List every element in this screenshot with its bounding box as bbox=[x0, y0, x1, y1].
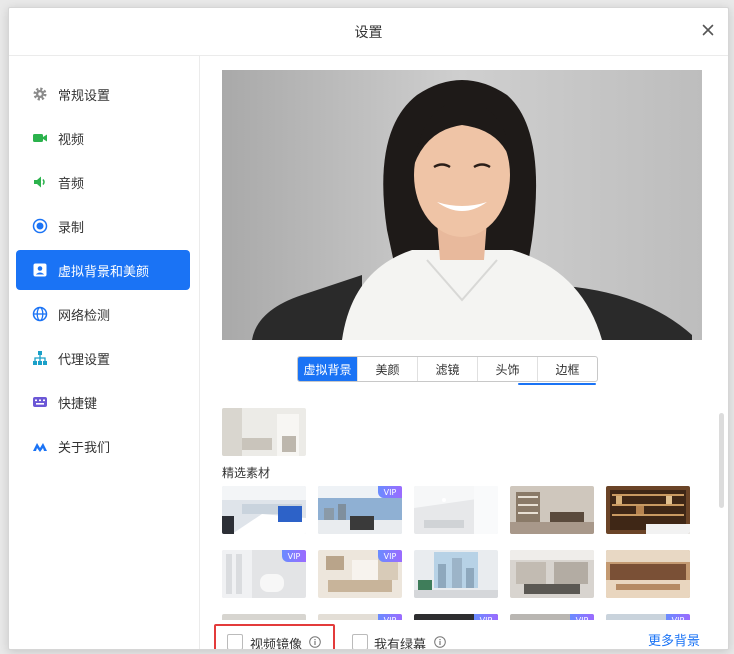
sidebar: 常规设置 视频 音频 录制 虚拟背景和美颜 网络检测 代理设置 快捷键 关于我们 bbox=[9, 56, 200, 649]
green-screen-label[interactable]: 我有绿幕 bbox=[374, 634, 426, 649]
background-thumbnail[interactable]: VIP bbox=[222, 550, 306, 598]
mirror-label[interactable]: 视频镜像 bbox=[250, 634, 302, 649]
speaker-icon bbox=[32, 174, 48, 190]
settings-dialog: 设置 常规设置 视频 音频 录制 虚拟背景和美颜 网络检测 代理设置 快捷键 关… bbox=[8, 7, 729, 650]
effect-tabs: 虚拟背景 美颜 滤镜 头饰 边框 bbox=[297, 356, 598, 382]
sidebar-item-label: 快捷键 bbox=[58, 396, 98, 412]
sidebar-item-label: 关于我们 bbox=[58, 440, 111, 456]
background-thumbnail[interactable] bbox=[222, 486, 306, 534]
background-thumbnail[interactable] bbox=[510, 486, 594, 534]
video-camera-icon bbox=[32, 130, 48, 146]
sidebar-item-network-check[interactable]: 网络检测 bbox=[16, 294, 190, 334]
sidebar-item-audio[interactable]: 音频 bbox=[16, 162, 190, 202]
logo-icon bbox=[32, 438, 48, 454]
tab-frame[interactable]: 边框 bbox=[537, 357, 597, 381]
sidebar-item-label: 录制 bbox=[58, 220, 85, 236]
dialog-title: 设置 bbox=[354, 25, 383, 41]
sidebar-item-shortcuts[interactable]: 快捷键 bbox=[16, 382, 190, 422]
background-thumbnail[interactable] bbox=[510, 550, 594, 598]
background-thumbnail[interactable] bbox=[414, 550, 498, 598]
record-icon bbox=[32, 218, 48, 234]
background-list-scrollbar[interactable] bbox=[719, 413, 724, 508]
close-button[interactable] bbox=[698, 20, 718, 40]
background-thumbnail[interactable]: VIP bbox=[318, 550, 402, 598]
portrait-icon bbox=[32, 262, 48, 278]
sidebar-item-label: 常规设置 bbox=[58, 88, 111, 104]
background-thumbnail[interactable] bbox=[606, 486, 690, 534]
tab-virtual-background[interactable]: 虚拟背景 bbox=[298, 357, 357, 381]
footer-bar: 视频镜像 我有绿幕 更多背景 bbox=[200, 620, 728, 649]
vip-badge: VIP bbox=[378, 550, 402, 562]
tab-filter[interactable]: 滤镜 bbox=[417, 357, 477, 381]
sidebar-item-virtual-background[interactable]: 虚拟背景和美颜 bbox=[16, 250, 190, 290]
main-panel: 虚拟背景 美颜 滤镜 头饰 边框 精选素材 VIP VIP VIP VIP VI… bbox=[200, 56, 728, 649]
tab-headwear[interactable]: 头饰 bbox=[477, 357, 537, 381]
sidebar-item-general[interactable]: 常规设置 bbox=[16, 74, 190, 114]
sidebar-item-record[interactable]: 录制 bbox=[16, 206, 190, 246]
vip-badge: VIP bbox=[378, 486, 402, 498]
tab-scroll-indicator bbox=[518, 383, 596, 385]
background-thumbnail[interactable] bbox=[222, 408, 306, 456]
info-icon[interactable] bbox=[434, 636, 446, 648]
keyboard-icon bbox=[32, 394, 48, 410]
green-screen-checkbox[interactable] bbox=[352, 634, 368, 649]
more-backgrounds-link[interactable]: 更多背景 bbox=[648, 630, 700, 649]
camera-preview bbox=[222, 70, 702, 340]
title-bar: 设置 bbox=[9, 8, 728, 56]
sidebar-item-label: 视频 bbox=[58, 132, 85, 148]
sidebar-item-proxy[interactable]: 代理设置 bbox=[16, 338, 190, 378]
sidebar-item-label: 虚拟背景和美颜 bbox=[58, 264, 150, 280]
sidebar-item-video[interactable]: 视频 bbox=[16, 118, 190, 158]
gear-icon bbox=[32, 86, 48, 102]
mirror-checkbox[interactable] bbox=[227, 634, 243, 649]
tab-beauty[interactable]: 美颜 bbox=[357, 357, 417, 381]
close-icon bbox=[702, 24, 714, 36]
info-icon[interactable] bbox=[309, 636, 321, 648]
sidebar-item-about[interactable]: 关于我们 bbox=[16, 426, 190, 466]
background-thumbnail[interactable] bbox=[606, 550, 690, 598]
vip-badge: VIP bbox=[282, 550, 306, 562]
network-tree-icon bbox=[32, 350, 48, 366]
sidebar-item-label: 代理设置 bbox=[58, 352, 111, 368]
sidebar-item-label: 网络检测 bbox=[58, 308, 111, 324]
globe-icon bbox=[32, 306, 48, 322]
sidebar-item-label: 音频 bbox=[58, 176, 85, 192]
background-thumbnail[interactable] bbox=[414, 486, 498, 534]
section-label: 精选素材 bbox=[222, 466, 271, 480]
background-thumbnail[interactable]: VIP bbox=[318, 486, 402, 534]
background-list[interactable]: 精选素材 VIP VIP VIP VIP VIP VIP VIP bbox=[222, 408, 702, 620]
